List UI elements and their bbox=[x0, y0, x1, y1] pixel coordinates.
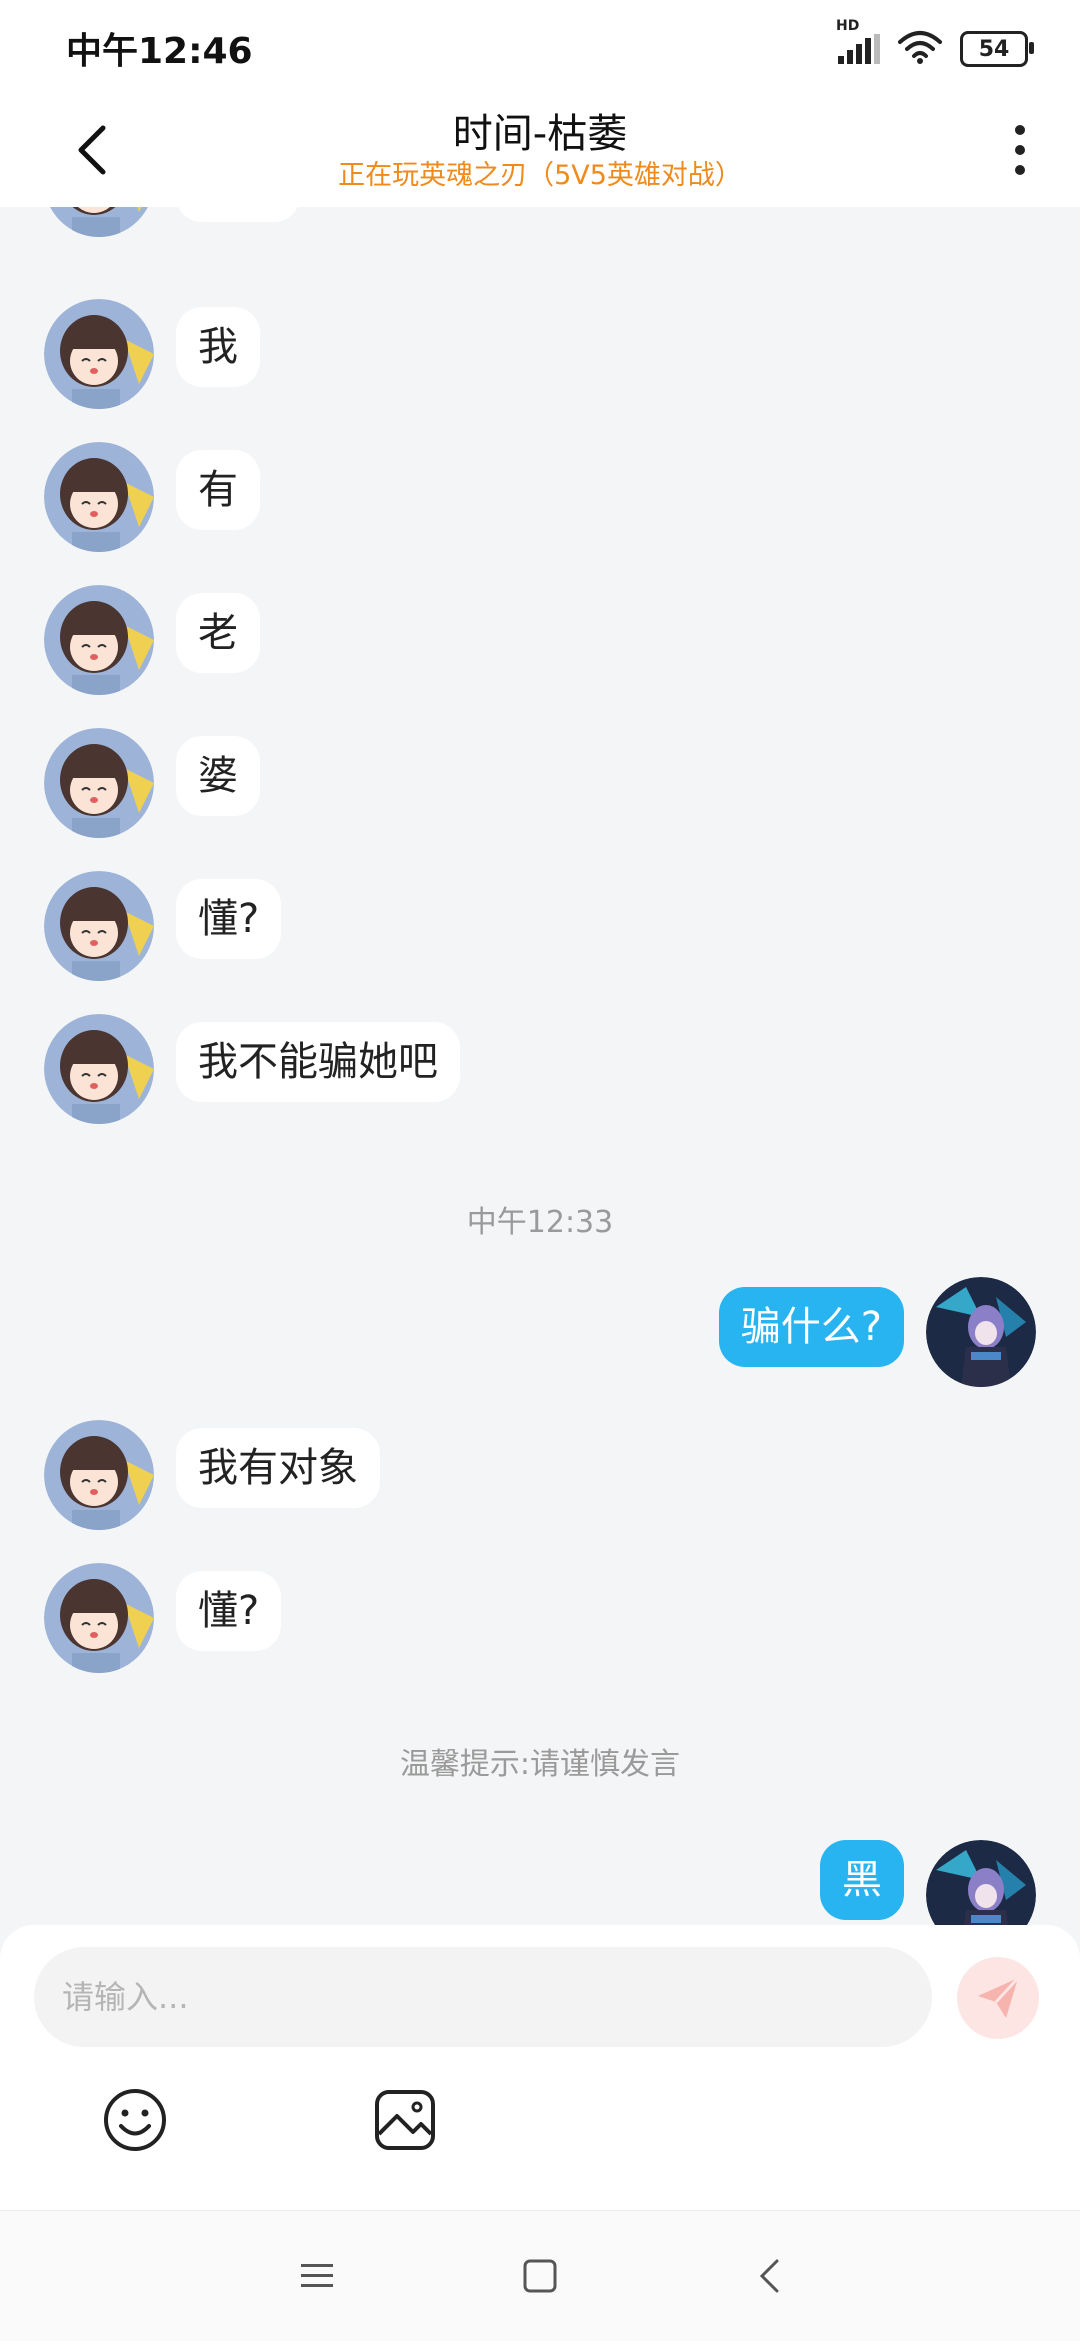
composer-panel bbox=[0, 1925, 1080, 2210]
status-icons: HD 54 bbox=[836, 18, 1034, 72]
message-bubble[interactable]: 我 bbox=[176, 307, 260, 387]
image-button[interactable] bbox=[370, 2085, 440, 2155]
my-avatar[interactable] bbox=[926, 1277, 1036, 1387]
menu-icon bbox=[301, 2264, 333, 2287]
contact-avatar[interactable] bbox=[44, 299, 154, 409]
emoji-icon bbox=[104, 2089, 166, 2151]
image-icon bbox=[375, 2090, 435, 2150]
message-list[interactable]: 。。。 我 有 老 婆 懂? bbox=[0, 207, 1080, 1925]
contact-avatar[interactable] bbox=[44, 1563, 154, 1673]
message-bubble[interactable]: 。。。 bbox=[176, 207, 300, 222]
status-bar: 中午12:46 HD 54 bbox=[0, 0, 1080, 95]
safety-notice: 温馨提示:请谨慎发言 bbox=[399, 1747, 681, 1782]
system-nav-bar bbox=[0, 2210, 1080, 2341]
send-icon bbox=[978, 1976, 1020, 2018]
home-square-icon bbox=[523, 2259, 557, 2293]
nav-back-icon bbox=[759, 2259, 779, 2293]
message-bubble[interactable]: 骗什么? bbox=[718, 1287, 904, 1367]
nav-back-button[interactable] bbox=[744, 2251, 794, 2301]
more-options-button[interactable] bbox=[1000, 117, 1040, 183]
network-type-label: HD bbox=[836, 18, 860, 34]
more-vertical-icon bbox=[1015, 125, 1025, 175]
contact-avatar[interactable] bbox=[44, 1014, 154, 1124]
message-bubble[interactable]: 有 bbox=[176, 450, 260, 530]
status-time: 中午12:46 bbox=[66, 31, 253, 72]
battery-icon: 54 bbox=[960, 31, 1034, 67]
contact-avatar[interactable] bbox=[44, 728, 154, 838]
contact-avatar[interactable] bbox=[44, 442, 154, 552]
message-timestamp: 中午12:33 bbox=[466, 1205, 614, 1240]
message-bubble[interactable]: 懂? bbox=[176, 1571, 282, 1651]
chat-header: 时间-枯萎 正在玩英魂之刃（5V5英雄对战） bbox=[0, 95, 1080, 207]
message-bubble[interactable]: 我不能骗她吧 bbox=[176, 1022, 460, 1102]
signal-icon: HD bbox=[836, 18, 880, 64]
message-input[interactable] bbox=[34, 1947, 932, 2047]
contact-avatar[interactable] bbox=[44, 871, 154, 981]
send-button[interactable] bbox=[957, 1957, 1039, 2039]
contact-avatar[interactable] bbox=[44, 1420, 154, 1530]
nav-home-button[interactable] bbox=[515, 2251, 565, 2301]
message-bubble[interactable]: 我有对象 bbox=[176, 1428, 380, 1508]
message-bubble[interactable]: 老 bbox=[176, 593, 260, 673]
battery-level: 54 bbox=[978, 36, 1010, 62]
message-bubble[interactable]: 婆 bbox=[176, 736, 260, 816]
message-bubble[interactable]: 懂? bbox=[176, 879, 282, 959]
message-bubble[interactable]: 黑 bbox=[820, 1840, 904, 1920]
nav-menu-button[interactable] bbox=[292, 2251, 342, 2301]
my-avatar[interactable] bbox=[926, 1840, 1036, 1925]
contact-avatar[interactable] bbox=[44, 207, 154, 237]
wifi-icon bbox=[898, 30, 942, 68]
emoji-button[interactable] bbox=[100, 2085, 170, 2155]
chat-title: 时间-枯萎 bbox=[452, 111, 628, 157]
chat-status-subtitle: 正在玩英魂之刃（5V5英雄对战） bbox=[338, 160, 742, 191]
contact-avatar[interactable] bbox=[44, 585, 154, 695]
